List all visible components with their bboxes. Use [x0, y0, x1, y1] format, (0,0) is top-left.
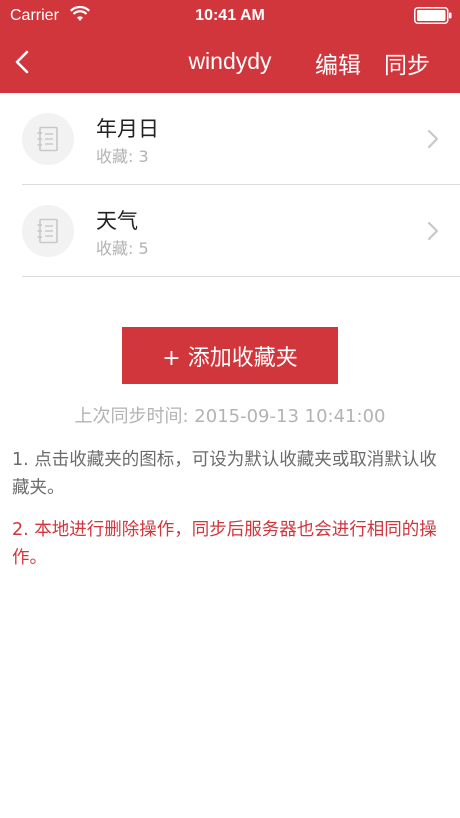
divider: [22, 276, 460, 277]
app-screen: Carrier 10:41 AM windydy 编辑 同步 年月日 收藏: 3…: [0, 0, 460, 818]
folder-name: 天气: [96, 209, 138, 233]
tip-delete-sync: 2. 本地进行删除操作，同步后服务器也会进行相同的操作。: [12, 520, 437, 568]
page-title: windydy: [188, 48, 272, 74]
folder-list: 年月日 收藏: 3 天气 收藏: 5: [0, 93, 460, 277]
folder-count: 收藏: 3: [96, 147, 149, 166]
notebook-icon[interactable]: [22, 113, 74, 165]
battery-icon: [414, 7, 452, 24]
back-icon[interactable]: [12, 48, 34, 76]
add-folder-label: + 添加收藏夹: [162, 345, 298, 371]
header: Carrier 10:41 AM windydy 编辑 同步: [0, 0, 460, 93]
last-sync-time: 上次同步时间: 2015-09-13 10:41:00: [74, 406, 386, 427]
notebook-icon[interactable]: [22, 205, 74, 257]
folder-count: 收藏: 5: [96, 239, 149, 258]
list-item[interactable]: 天气 收藏: 5: [0, 185, 460, 277]
list-item[interactable]: 年月日 收藏: 3: [0, 93, 460, 185]
chevron-right-icon: [427, 221, 439, 241]
tip-default-folder: 1. 点击收藏夹的图标，可设为默认收藏夹或取消默认收藏夹。: [12, 450, 437, 498]
add-folder-button[interactable]: + 添加收藏夹: [122, 327, 338, 384]
chevron-right-icon: [427, 129, 439, 149]
folder-name: 年月日: [96, 117, 159, 141]
sync-button[interactable]: 同步: [384, 46, 430, 80]
edit-button[interactable]: 编辑: [315, 46, 361, 80]
status-bar: Carrier 10:41 AM: [0, 0, 460, 32]
nav-bar: windydy 编辑 同步: [0, 32, 460, 93]
status-time: 10:41 AM: [195, 7, 265, 24]
